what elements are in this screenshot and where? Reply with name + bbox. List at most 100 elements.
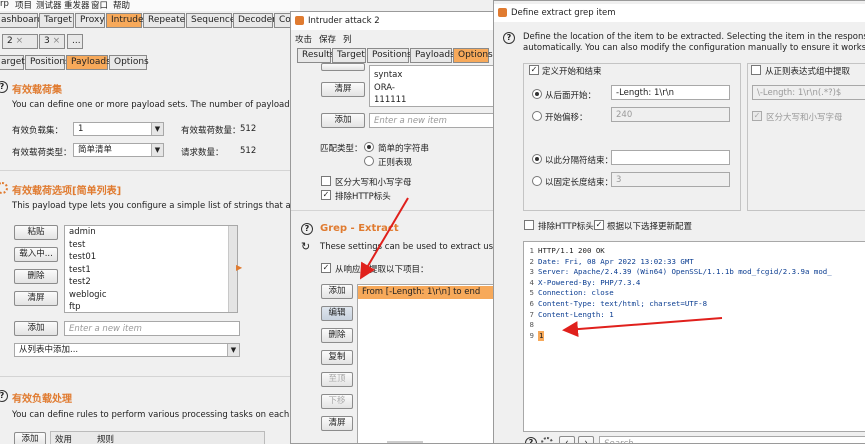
remove-button[interactable]: 删除 — [14, 269, 58, 284]
match-simple-radio[interactable] — [364, 142, 374, 152]
next-button[interactable]: › — [578, 436, 594, 444]
menu-save[interactable]: 保存 — [319, 33, 336, 45]
tab-payloads[interactable]: Payloads — [410, 48, 455, 63]
menu-columns[interactable]: 列 — [343, 33, 352, 45]
list-item[interactable]: weblogic — [65, 289, 237, 302]
update-config-checkbox[interactable]: ✓ — [594, 220, 604, 230]
arrow-right-icon: › — [584, 438, 588, 444]
subtab-target[interactable]: arget — [0, 55, 25, 70]
new-item-input[interactable]: Enter a new item — [369, 113, 494, 128]
end-fixed-length-input[interactable]: 3 — [611, 172, 730, 187]
help-icon[interactable]: ? — [0, 390, 8, 402]
regex-input[interactable]: \-Length: 1\r\n(.*?)$ — [752, 85, 865, 100]
list-item[interactable]: 111111 — [370, 94, 494, 106]
response-panel[interactable]: 1 HTTP/1.1 200 OK 2 Date: Fri, 08 Apr 2022… — [523, 241, 865, 432]
tab-intruder[interactable]: Intruder — [106, 13, 147, 28]
exclude-http-checkbox[interactable]: ✓ — [321, 190, 331, 200]
subtab-options[interactable]: Options — [109, 55, 149, 70]
start-after-radio[interactable] — [532, 89, 542, 99]
grep-extract-list[interactable]: From [-Length: 1\r\n] to end — [357, 284, 494, 443]
list-item[interactable]: test2 — [65, 276, 237, 289]
grep-remove-button[interactable]: 删除 — [321, 328, 353, 343]
payload-type-select[interactable]: 简单清单 ▼ — [73, 143, 164, 157]
paste-button[interactable]: 粘贴 — [14, 225, 58, 240]
grep-extract-item[interactable]: From [-Length: 1\r\n] to end — [358, 286, 494, 299]
close-icon[interactable]: × — [16, 36, 24, 46]
payload-set-select[interactable]: 1 ▼ — [73, 122, 164, 136]
attack-tab-3[interactable]: 3 × — [39, 34, 65, 49]
partial-button[interactable] — [321, 63, 365, 71]
menu-help[interactable]: 帮助 — [113, 0, 130, 11]
gear-icon[interactable] — [541, 437, 553, 443]
add-from-list-select[interactable]: 从列表中添加... ▼ — [14, 343, 240, 357]
start-after-input[interactable]: -Length: 1\r\n — [611, 85, 730, 100]
extract-items-checkbox[interactable]: ✓ — [321, 263, 331, 273]
tab-results[interactable]: Results — [297, 48, 335, 63]
list-item[interactable]: ORA- — [370, 82, 494, 95]
list-item[interactable]: ftp — [65, 301, 237, 312]
match-regex-radio[interactable] — [364, 156, 374, 166]
clear-button[interactable]: 清屏 — [321, 82, 365, 97]
tab-options[interactable]: Options — [453, 48, 493, 63]
end-delimiter-input[interactable] — [611, 150, 730, 165]
tab-sequencer[interactable]: Sequencer — [186, 13, 239, 28]
attack-tab-2[interactable]: 2 × — [2, 34, 38, 49]
help-icon[interactable]: ? — [503, 32, 515, 44]
tab-repeater[interactable]: Repeater — [143, 13, 189, 28]
previous-button[interactable]: ‹ — [559, 436, 575, 443]
menu-repeater[interactable]: 重发器 — [64, 0, 90, 11]
exclude-http-checkbox[interactable] — [524, 220, 534, 230]
list-item[interactable]: test01 — [65, 251, 237, 264]
regex-case-checkbox[interactable]: ✓ — [752, 111, 762, 121]
help-icon[interactable]: ? — [0, 81, 8, 93]
regex-group-checkbox[interactable] — [751, 65, 761, 75]
define-start-end-checkbox[interactable]: ✓ — [529, 65, 539, 75]
list-item[interactable]: syntax — [370, 69, 494, 82]
attack-tab-new[interactable]: ... — [67, 34, 83, 49]
response-line: 7 Content-Length: 1 — [529, 309, 614, 319]
tab-proxy[interactable]: Proxy — [75, 13, 105, 28]
subtab-payloads[interactable]: Payloads — [66, 55, 111, 70]
list-item[interactable]: admin — [65, 226, 237, 239]
menu-burp[interactable]: rp — [0, 0, 9, 9]
help-icon[interactable]: ? — [525, 437, 537, 443]
tab-positions[interactable]: Positions — [367, 48, 412, 63]
grep-clear-button[interactable]: 清屏 — [321, 416, 353, 431]
grep-match-list[interactable]: syntax ORA- 111111 — [369, 65, 494, 107]
menu-attack[interactable]: 攻击 — [295, 33, 312, 45]
menu-tester[interactable]: 测试器 — [36, 0, 62, 11]
grep-move-up-button[interactable]: 至顶 — [321, 372, 353, 387]
dialog-desc-line2: automatically. You can also modify the c… — [523, 43, 865, 53]
tab-dashboard[interactable]: ashboard — [0, 13, 43, 28]
add-rule-button[interactable]: 添加 — [14, 432, 46, 444]
menu-project[interactable]: 项目 — [15, 0, 32, 11]
close-icon[interactable]: × — [53, 36, 61, 46]
help-icon[interactable]: ? — [301, 223, 313, 235]
load-button[interactable]: 载入中... — [14, 247, 58, 262]
list-item[interactable]: test — [65, 239, 237, 252]
grep-add-button[interactable]: 添加 — [321, 284, 353, 299]
grep-edit-button[interactable]: 编辑 — [321, 306, 353, 321]
grep-duplicate-button[interactable]: 复制 — [321, 350, 353, 365]
tab-target[interactable]: Target — [39, 13, 74, 28]
tab-target[interactable]: Target — [332, 48, 366, 63]
case-sensitive-checkbox[interactable] — [321, 176, 331, 186]
grep-move-down-button[interactable]: 下移 — [321, 394, 353, 409]
new-item-input[interactable]: Enter a new item — [64, 321, 240, 336]
add-item-button[interactable]: 添加 — [14, 321, 58, 336]
menu-window[interactable]: 窗口 — [91, 0, 108, 11]
start-offset-input[interactable]: 240 — [611, 107, 730, 122]
end-fixed-length-radio[interactable] — [532, 176, 542, 186]
tab-decoder[interactable]: Decoder — [233, 13, 276, 28]
search-input[interactable]: Search... — [599, 436, 865, 443]
response-selected-text[interactable]: 1 — [538, 330, 545, 342]
end-delimiter-radio[interactable] — [532, 154, 542, 164]
start-offset-radio[interactable] — [532, 111, 542, 121]
clear-button[interactable]: 清屏 — [14, 291, 58, 306]
payload-list[interactable]: admin test test01 test1 test2 weblogic f… — [64, 225, 238, 313]
list-item[interactable]: test1 — [65, 264, 237, 277]
add-item-button[interactable]: 添加 — [321, 113, 365, 128]
subtab-positions[interactable]: Positions — [25, 55, 70, 70]
gear-icon[interactable] — [0, 182, 8, 194]
refresh-icon: ↻ — [301, 240, 311, 253]
